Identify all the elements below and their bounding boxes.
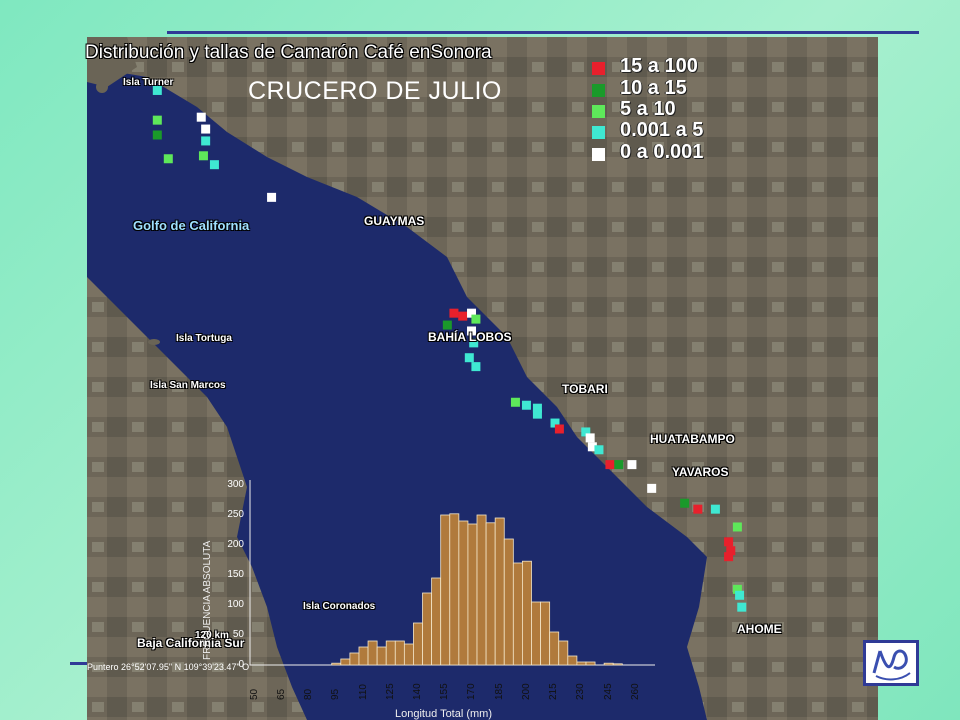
histogram-bar (503, 538, 514, 666)
y-tick-label: 0 (238, 659, 244, 670)
histogram-bar (512, 562, 523, 666)
histogram-bar (549, 631, 560, 666)
x-tick-label: 50 (248, 688, 260, 700)
histogram-bar (394, 640, 405, 666)
x-tick-label: 260 (629, 683, 641, 700)
histogram-bar (540, 601, 551, 666)
x-tick-label: 185 (493, 683, 505, 700)
x-tick-label: 80 (303, 688, 315, 700)
x-tick-label: 230 (575, 683, 587, 700)
histogram-bar (558, 640, 569, 666)
histogram-bar (458, 520, 469, 666)
x-tick-label: 200 (520, 683, 532, 700)
y-tick-label: 150 (227, 569, 244, 580)
histogram-bar (612, 663, 623, 666)
histogram-bar (340, 658, 351, 666)
histogram-bar (403, 643, 414, 666)
histogram-bar (485, 522, 496, 666)
x-tick-label: 215 (548, 683, 560, 700)
x-tick-label: 110 (357, 684, 369, 700)
x-tick-label: 155 (439, 683, 451, 700)
histogram-bar (585, 661, 596, 666)
histogram-bar (567, 655, 578, 666)
histogram-bar (331, 662, 342, 666)
histogram-bar (494, 517, 505, 666)
y-tick-label: 300 (227, 479, 244, 490)
histogram-bar (467, 523, 478, 666)
y-axis-label: FRECUENCIA ABSOLUTA (202, 540, 213, 660)
y-tick-label: 100 (227, 599, 244, 610)
y-tick-label: 250 (227, 509, 244, 520)
y-tick-label: 50 (232, 629, 244, 640)
histogram-bar (476, 514, 487, 666)
x-tick-label: 125 (384, 683, 396, 700)
histogram-bar (431, 577, 442, 666)
histogram-bar (413, 622, 423, 666)
histogram-bar (531, 601, 541, 666)
histogram-bar (376, 646, 387, 666)
y-tick-label: 200 (227, 539, 244, 550)
histogram-bar (385, 640, 396, 666)
logo-mark-icon (872, 649, 911, 681)
histogram-bar (349, 652, 360, 666)
histogram-bar (367, 640, 378, 666)
length-histogram (249, 480, 655, 666)
x-tick-label: 245 (602, 683, 614, 700)
x-tick-label: 140 (411, 683, 423, 700)
histogram-bar (422, 592, 433, 666)
institution-logo (863, 640, 919, 686)
x-axis-label: Longitud Total (mm) (395, 708, 493, 720)
histogram-bar (576, 661, 587, 666)
histogram-bar (358, 646, 369, 666)
histogram-bar (440, 514, 451, 666)
histogram-bar (449, 513, 460, 666)
histogram-bar (603, 662, 614, 666)
x-tick-label: 95 (330, 688, 342, 700)
x-tick-label: 65 (275, 688, 287, 700)
histogram-bar (522, 560, 532, 666)
x-tick-label: 170 (466, 683, 478, 700)
